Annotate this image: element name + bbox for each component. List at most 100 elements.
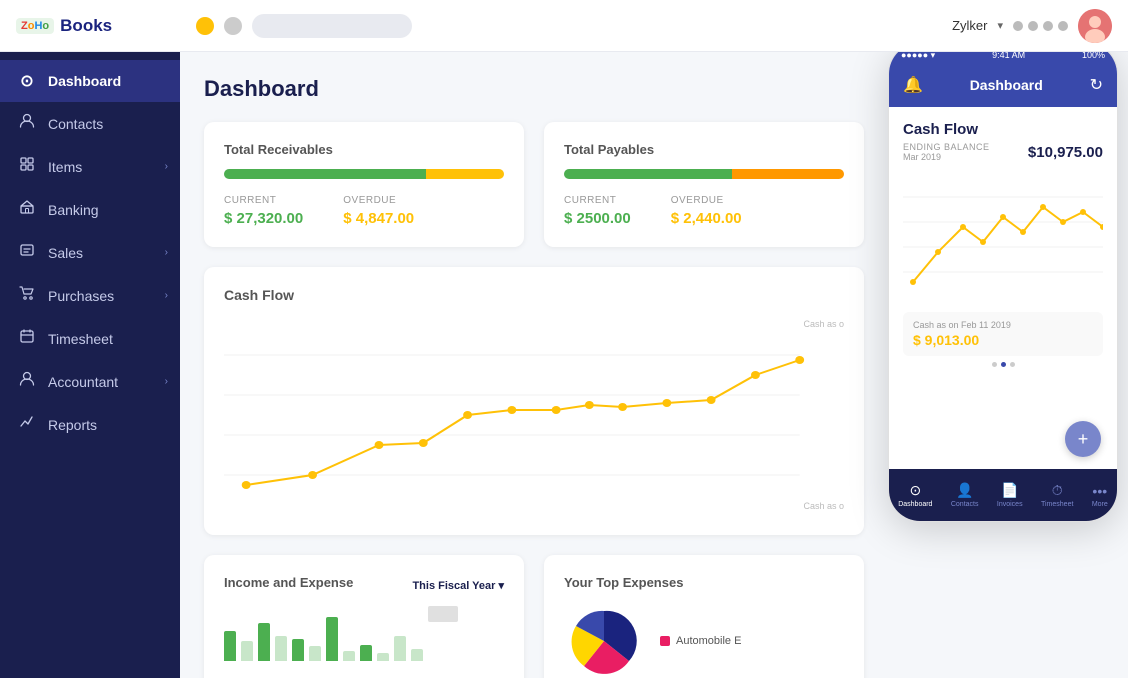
bar-4 — [275, 636, 287, 661]
phone-status-bar: ●●●●● ▾ 9:41 AM 100% — [889, 52, 1117, 67]
payables-progress-green — [564, 169, 732, 179]
avatar[interactable] — [1078, 9, 1112, 43]
content-area: Dashboard Total Receivables CURRENT $ 27… — [180, 52, 1128, 678]
sidebar-item-purchases[interactable]: Purchases › — [0, 274, 180, 317]
phone-nav-contacts-icon: 👤 — [956, 482, 973, 499]
phone-signal: ●●●●● ▾ — [901, 52, 935, 61]
topbar-right: Zylker ▾ — [952, 9, 1112, 43]
income-expense-chart — [224, 606, 504, 661]
payables-title: Total Payables — [564, 142, 844, 157]
total-payables-card: Total Payables CURRENT $ 2500.00 OVERDUE… — [544, 122, 864, 247]
sidebar-item-reports[interactable]: Reports — [0, 403, 180, 446]
sidebar: ⊙ Dashboard Contacts Items › Banking — [0, 52, 180, 678]
action-dot-3 — [1043, 21, 1053, 31]
phone-time: 9:41 AM — [992, 52, 1025, 60]
phone-dots — [903, 362, 1103, 367]
bar-1 — [224, 631, 236, 661]
receivables-progress-bar — [224, 169, 504, 179]
phone-nav-invoices[interactable]: 📄 Invoices — [997, 482, 1023, 508]
legend-label-1: Automobile E — [676, 635, 741, 647]
sidebar-label-accountant: Accountant — [48, 374, 118, 390]
total-receivables-card: Total Receivables CURRENT $ 27,320.00 OV… — [204, 122, 524, 247]
user-dropdown-arrow[interactable]: ▾ — [997, 19, 1003, 32]
phone-nav-contacts[interactable]: 👤 Contacts — [951, 482, 979, 508]
cashflow-label-bottom: Cash as o — [803, 501, 844, 511]
payables-current: CURRENT $ 2500.00 — [564, 195, 631, 227]
action-dot-4 — [1058, 21, 1068, 31]
cashflow-title: Cash Flow — [224, 287, 844, 303]
bar-12 — [411, 649, 423, 661]
receivables-overdue-label: OVERDUE — [343, 195, 414, 206]
top-expenses-chart: Automobile E — [564, 606, 844, 676]
bar-6 — [309, 646, 321, 661]
receivables-overdue-amount: $ 4,847.00 — [343, 210, 414, 227]
phone-ending-row: ENDING BALANCE Mar 2019 $10,975.00 — [903, 142, 1103, 162]
app-name: Books — [60, 16, 112, 36]
phone-nav-dashboard-icon: ⊙ — [909, 482, 921, 499]
search-bar — [252, 14, 412, 38]
phone-nav-timesheet[interactable]: ⏱ Timesheet — [1041, 482, 1073, 508]
phone-section-title: Cash Flow — [903, 121, 1103, 138]
income-expense-filter[interactable]: This Fiscal Year ▾ — [412, 579, 504, 592]
action-dot-2 — [1028, 21, 1038, 31]
sidebar-item-contacts[interactable]: Contacts — [0, 102, 180, 145]
phone-nav-more-icon: ••• — [1092, 483, 1107, 499]
phone-ending-info: ENDING BALANCE Mar 2019 — [903, 142, 990, 162]
dashboard-icon: ⊙ — [18, 71, 36, 91]
sidebar-item-sales[interactable]: Sales › — [0, 231, 180, 274]
topbar-middle — [196, 14, 952, 38]
income-expense-title: Income and Expense — [224, 575, 353, 590]
phone-refresh-icon: ↻ — [1090, 75, 1103, 95]
bar-10 — [377, 653, 389, 661]
phone-ending-label: ENDING BALANCE — [903, 142, 990, 152]
sidebar-label-purchases: Purchases — [48, 288, 114, 304]
sidebar-label-sales: Sales — [48, 245, 83, 261]
sidebar-item-dashboard[interactable]: ⊙ Dashboard — [0, 60, 180, 102]
payables-overdue-label: OVERDUE — [671, 195, 742, 206]
receivables-title: Total Receivables — [224, 142, 504, 157]
phone-header-title: Dashboard — [970, 77, 1043, 93]
cashflow-label-top: Cash as o — [803, 319, 844, 329]
phone-nav-invoices-icon: 📄 — [1001, 482, 1018, 499]
phone-ending-date: Mar 2019 — [903, 152, 990, 162]
bar-9 — [360, 645, 372, 661]
phone-header: 🔔 Dashboard ↻ — [889, 67, 1117, 107]
phone-dot-1 — [992, 362, 997, 367]
sales-arrow-icon: › — [165, 247, 168, 258]
phone-mockup: ●●●●● ▾ 9:41 AM 100% 🔔 Dashboard ↻ Cash … — [888, 52, 1118, 522]
bar-2 — [241, 641, 253, 661]
top-expenses-header: Your Top Expenses — [564, 575, 844, 596]
phone-body: Cash Flow ENDING BALANCE Mar 2019 $10,97… — [889, 107, 1117, 387]
phone-nav-more[interactable]: ••• More — [1092, 483, 1108, 508]
phone-nav-dashboard-label: Dashboard — [898, 501, 932, 508]
phone-dot-2 — [1001, 362, 1006, 367]
user-name[interactable]: Zylker — [952, 18, 987, 33]
bar-3 — [258, 623, 270, 661]
main-layout: ⊙ Dashboard Contacts Items › Banking — [0, 52, 1128, 678]
accountant-icon — [18, 371, 36, 392]
receivables-current-label: CURRENT — [224, 195, 303, 206]
top-expenses-legend: Automobile E — [660, 635, 741, 647]
accountant-arrow-icon: › — [165, 376, 168, 387]
phone-dot-3 — [1010, 362, 1015, 367]
payables-overdue-amount: $ 2,440.00 — [671, 210, 742, 227]
phone-fab[interactable]: + — [1065, 421, 1101, 457]
legend-item-1: Automobile E — [660, 635, 741, 647]
bar-5 — [292, 639, 304, 661]
legend-color-1 — [660, 636, 670, 646]
income-expense-header: Income and Expense This Fiscal Year ▾ — [224, 575, 504, 596]
top-expenses-title: Your Top Expenses — [564, 575, 683, 590]
sidebar-item-accountant[interactable]: Accountant › — [0, 360, 180, 403]
sidebar-item-banking[interactable]: Banking — [0, 188, 180, 231]
logo-area: ZoHo Books — [16, 16, 196, 36]
sidebar-item-items[interactable]: Items › — [0, 145, 180, 188]
phone-nav-more-label: More — [1092, 501, 1108, 508]
income-expense-card: Income and Expense This Fiscal Year ▾ — [204, 555, 524, 678]
sidebar-item-timesheet[interactable]: Timesheet — [0, 317, 180, 360]
phone-nav-dashboard[interactable]: ⊙ Dashboard — [898, 482, 932, 508]
cashflow-chart-area: Cash as o Cash as o — [224, 315, 844, 515]
receivables-values: CURRENT $ 27,320.00 OVERDUE $ 4,847.00 — [224, 195, 504, 227]
payables-progress-orange — [732, 169, 844, 179]
payables-progress-bar — [564, 169, 844, 179]
bottom-cards-row: Income and Expense This Fiscal Year ▾ — [204, 555, 864, 678]
